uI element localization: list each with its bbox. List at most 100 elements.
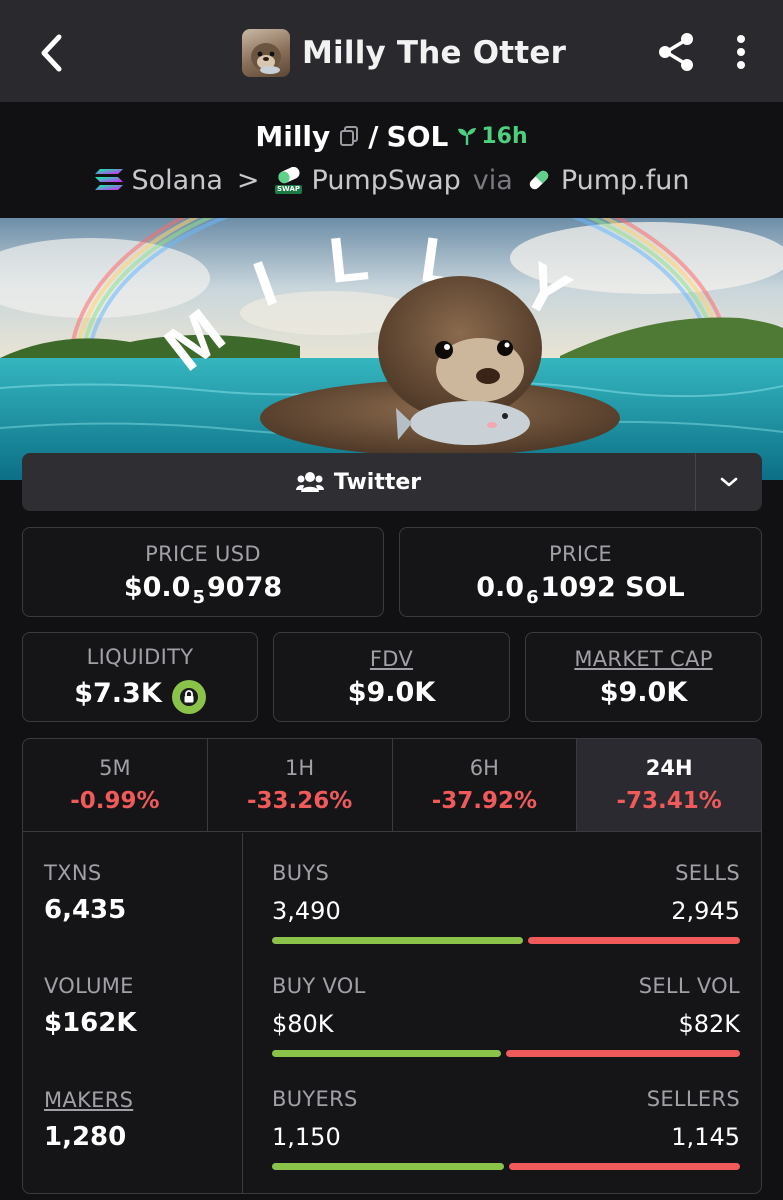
- lock-icon[interactable]: [171, 680, 206, 714]
- txns-label: TXNS: [44, 861, 102, 885]
- back-arrow-icon: [41, 34, 62, 72]
- users-icon: [295, 472, 324, 492]
- pair-age: 16h: [481, 123, 528, 149]
- sells-label: SELLS: [675, 861, 740, 885]
- liquidity-box: LIQUIDITY $7.3K: [22, 632, 258, 722]
- price-usd-prefix: $0.0: [123, 571, 191, 603]
- price-sol-prefix: 0.0: [476, 571, 525, 603]
- tab-label: 24H: [645, 756, 693, 780]
- chain-link[interactable]: Solana: [132, 165, 223, 196]
- links-dropdown-button[interactable]: [696, 453, 762, 511]
- price-change: -0.99%: [70, 788, 160, 814]
- pair-slash: /: [368, 119, 379, 153]
- price-change: -33.26%: [246, 788, 353, 814]
- buy-sell-volume-bar: [272, 1050, 740, 1057]
- tab-label: 5M: [99, 756, 131, 780]
- price-sol-digits: 1092 SOL: [540, 571, 685, 603]
- makers-label[interactable]: MAKERS: [44, 1088, 133, 1112]
- pair-line: Milly / SOL 16h: [0, 116, 783, 156]
- volume-label: VOLUME: [44, 974, 134, 998]
- txns-stat: TXNS 6,435: [44, 861, 126, 925]
- price-sol-label: PRICE: [549, 541, 612, 566]
- price-usd-value: $0.0 5 9078: [123, 571, 283, 608]
- base-token-symbol: Milly: [255, 119, 331, 153]
- tab-label: 6H: [469, 756, 499, 780]
- volume-value: $162K: [44, 1008, 137, 1038]
- price-sol-zero-count: 6: [526, 586, 539, 608]
- tab-label: 1H: [285, 756, 315, 780]
- sellers-label: SELLERS: [646, 1087, 740, 1111]
- chevron-down-icon: [720, 477, 738, 487]
- app-bar: Milly The Otter: [0, 0, 783, 102]
- dex-link[interactable]: PumpSwap: [312, 165, 461, 196]
- buys-sells-bar: [272, 937, 740, 944]
- pill-icon: [529, 170, 549, 190]
- market-cap-box: MARKET CAP $9.0K: [525, 632, 762, 722]
- fdv-value: $9.0K: [347, 676, 436, 708]
- breadcrumb-separator: >: [236, 164, 260, 196]
- liquidity-value-group: $7.3K: [74, 675, 206, 714]
- solana-icon: [94, 169, 123, 190]
- buy-sell-volume-block: BUY VOL SELL VOL $80K $82K: [272, 974, 740, 1057]
- price-usd-label: PRICE USD: [145, 541, 261, 566]
- tab-6h[interactable]: 6H -37.92%: [393, 739, 578, 831]
- pumpswap-icon: SWAP: [274, 166, 304, 194]
- sell-vol-bar: [505, 1050, 740, 1057]
- summary-column: TXNS 6,435 VOLUME $162K MAKERS 1,280: [23, 833, 243, 1193]
- buyers-value: 1,150: [272, 1123, 341, 1151]
- pair-age-badge: 16h: [456, 123, 528, 149]
- timeframe-tabs: 5M -0.99% 1H -33.26% 6H -37.92% 24H -73.…: [23, 739, 761, 832]
- quote-token-symbol: SOL: [386, 119, 449, 153]
- sellers-bar: [508, 1163, 740, 1170]
- buys-value: 3,490: [272, 897, 341, 925]
- tab-5m[interactable]: 5M -0.99%: [23, 739, 208, 831]
- fdv-box: FDV $9.0K: [273, 632, 510, 722]
- token-avatar: [242, 29, 290, 77]
- buyers-label: BUYERS: [272, 1087, 358, 1111]
- market-cap-value: $9.0K: [599, 676, 688, 708]
- buys-sells-block: BUYS SELLS 3,490 2,945: [272, 861, 740, 944]
- buy-vol-value: $80K: [272, 1010, 334, 1038]
- token-banner-image: M I L L Y: [0, 218, 783, 480]
- makers-value: 1,280: [44, 1122, 127, 1152]
- liquidity-value: $7.3K: [74, 678, 162, 709]
- buys-label: BUYS: [272, 861, 330, 885]
- buys-bar: [272, 937, 523, 944]
- social-links-bar: Twitter: [22, 453, 762, 511]
- page-title: Milly The Otter: [302, 35, 567, 71]
- sells-value: 2,945: [671, 897, 740, 925]
- price-sol-box: PRICE 0.0 6 1092 SOL: [399, 527, 762, 617]
- trading-stats-panel: 5M -0.99% 1H -33.26% 6H -37.92% 24H -73.…: [22, 738, 762, 1194]
- pair-header: Milly / SOL 16h Solana > SWAP PumpSwap v…: [0, 102, 783, 218]
- svg-text:L: L: [325, 221, 371, 297]
- back-button[interactable]: [30, 28, 74, 78]
- more-vertical-icon: [737, 35, 745, 69]
- app-title-group: Milly The Otter: [242, 28, 566, 78]
- sell-vol-value: $82K: [678, 1010, 740, 1038]
- twitter-button[interactable]: Twitter: [22, 453, 696, 511]
- price-usd-digits: 9078: [207, 571, 283, 603]
- share-button[interactable]: [654, 30, 698, 74]
- sells-bar: [527, 937, 740, 944]
- buy-vol-bar: [272, 1050, 501, 1057]
- via-label: via: [472, 164, 513, 196]
- more-options-button[interactable]: [728, 30, 754, 74]
- price-usd-zero-count: 5: [192, 586, 205, 608]
- price-usd-box: PRICE USD $0.0 5 9078: [22, 527, 384, 617]
- buyers-sellers-bar: [272, 1163, 740, 1170]
- tab-24h[interactable]: 24H -73.41%: [577, 739, 761, 831]
- price-change: -37.92%: [431, 788, 538, 814]
- buyers-bar: [272, 1163, 504, 1170]
- sell-vol-label: SELL VOL: [638, 974, 740, 998]
- tab-1h[interactable]: 1H -33.26%: [208, 739, 393, 831]
- market-cap-label[interactable]: MARKET CAP: [574, 647, 712, 671]
- chain-breadcrumb: Solana > SWAP PumpSwap via Pump.fun: [0, 160, 783, 200]
- pumpswap-badge-text: SWAP: [275, 184, 303, 194]
- share-icon: [659, 33, 693, 71]
- copy-icon[interactable]: [338, 125, 360, 147]
- sellers-value: 1,145: [671, 1123, 740, 1151]
- launchpad-link[interactable]: Pump.fun: [561, 165, 690, 196]
- fdv-label[interactable]: FDV: [370, 647, 413, 671]
- twitter-button-label: Twitter: [333, 469, 422, 495]
- price-sol-value: 0.0 6 1092 SOL: [476, 571, 685, 608]
